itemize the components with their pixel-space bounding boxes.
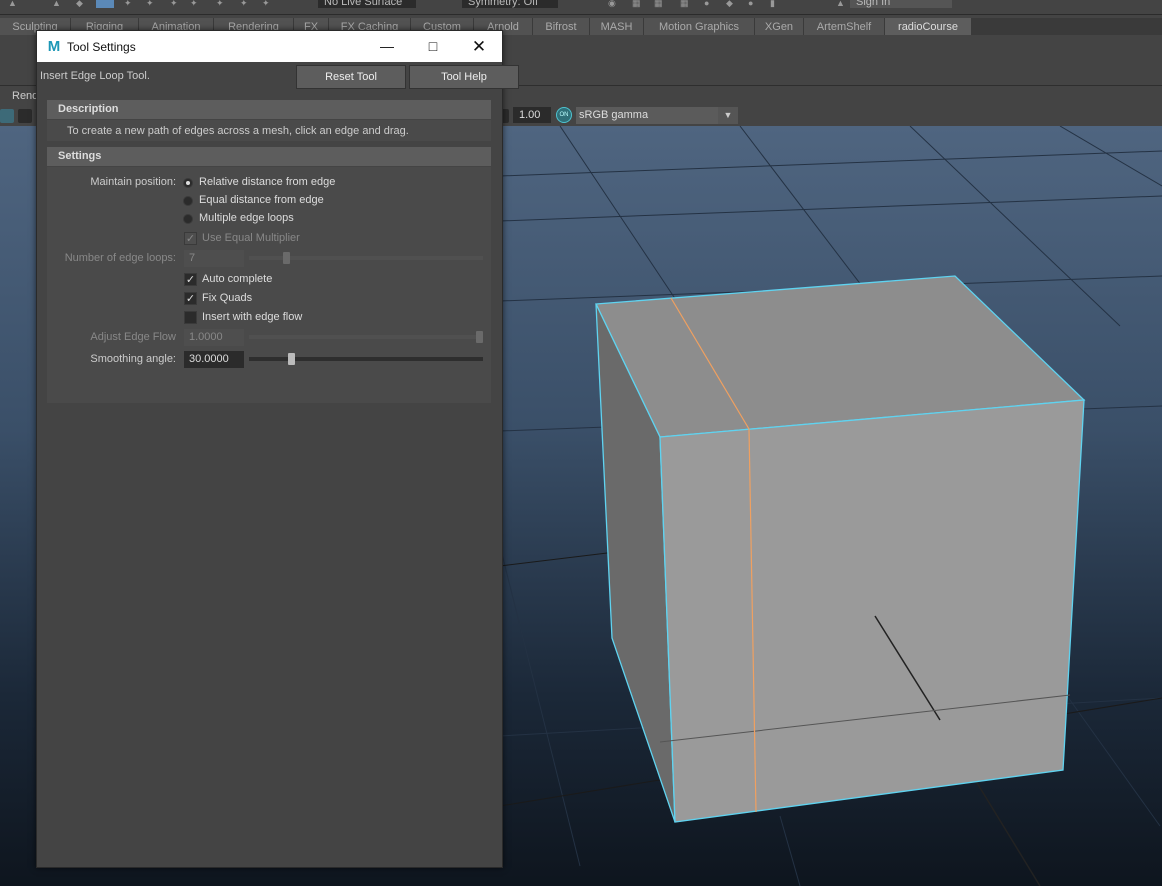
arnold-icon[interactable]: ● <box>748 0 760 8</box>
use-equal-multiplier-checkbox: ✓ <box>184 232 197 245</box>
auto-complete-checkbox[interactable]: ✓ <box>184 273 197 286</box>
render-icon[interactable]: ◉ <box>608 0 620 8</box>
panel-menu-renderer[interactable]: Rend <box>12 90 38 102</box>
status-line: ▲ ▲ ◆ ✦ ✦ ✦ ✦ ✦ ✦ ✦ No Live Surface Symm… <box>0 0 1162 15</box>
insert-with-edge-flow-label[interactable]: Insert with edge flow <box>202 311 302 323</box>
sign-in-field[interactable]: Sign In <box>850 0 952 8</box>
settings-frame-header[interactable]: Settings <box>47 147 491 166</box>
wireframe-toggle-icon[interactable] <box>0 109 14 123</box>
shelf-tab-radiocourse[interactable]: radioCourse <box>885 18 972 35</box>
tool-settings-body: Insert Edge Loop Tool. Reset Tool Tool H… <box>37 62 519 867</box>
adjust-edge-flow-field: 1.0000 <box>184 329 244 346</box>
smoothing-angle-label: Smoothing angle: <box>90 353 176 365</box>
smoothing-angle-slider[interactable] <box>249 357 483 361</box>
exposure-field[interactable]: 1.00 <box>513 107 551 123</box>
fix-quads-checkbox[interactable]: ✓ <box>184 292 197 305</box>
paint-select-icon[interactable] <box>96 0 114 8</box>
adjust-edge-flow-slider <box>249 335 483 339</box>
radio-relative-distance-label[interactable]: Relative distance from edge <box>199 176 335 188</box>
radio-multiple-edge-loops-label[interactable]: Multiple edge loops <box>199 212 294 224</box>
number-of-edge-loops-field: 7 <box>184 250 244 267</box>
live-surface-field[interactable]: No Live Surface <box>318 0 416 8</box>
render-settings-icon[interactable]: ▦ <box>680 0 692 8</box>
auto-complete-label[interactable]: Auto complete <box>202 273 272 285</box>
radio-equal-distance[interactable] <box>183 196 193 206</box>
insert-with-edge-flow-checkbox[interactable] <box>184 311 197 324</box>
gamma-toggle-icon[interactable]: ON <box>556 107 572 123</box>
use-equal-multiplier-label: Use Equal Multiplier <box>202 232 300 244</box>
move-tool-icon[interactable]: ▲ <box>52 0 64 8</box>
snap-grid-icon[interactable]: ✦ <box>124 0 136 8</box>
hypershade-icon[interactable]: ● <box>704 0 716 8</box>
tool-help-button[interactable]: Tool Help <box>409 65 519 89</box>
ipr-icon[interactable]: ▦ <box>654 0 666 8</box>
snap-vertex-icon[interactable]: ✦ <box>240 0 252 8</box>
adjust-edge-flow-label: Adjust Edge Flow <box>90 331 176 343</box>
snap-view-icon[interactable]: ✦ <box>190 0 202 8</box>
close-icon[interactable]: ✕ <box>456 31 502 62</box>
snap-curve-icon[interactable]: ✦ <box>146 0 158 8</box>
tool-settings-window: M Tool Settings — □ ✕ Insert Edge Loop T… <box>36 30 519 868</box>
maximize-icon[interactable]: □ <box>410 31 456 62</box>
select-tool-icon[interactable]: ▲ <box>8 0 20 8</box>
render-view-icon[interactable]: ◆ <box>726 0 738 8</box>
number-of-edge-loops-slider-handle <box>283 252 291 264</box>
shelf-tab-xgen[interactable]: XGen <box>755 18 804 35</box>
window-title: Tool Settings <box>67 40 136 54</box>
user-icon[interactable]: ▲ <box>836 0 848 8</box>
smoothing-angle-slider-handle[interactable] <box>287 353 295 365</box>
smooth-shade-icon[interactable] <box>18 109 32 123</box>
title-bar[interactable]: M Tool Settings — □ ✕ <box>37 31 502 62</box>
reset-tool-button[interactable]: Reset Tool <box>296 65 406 89</box>
cube-mesh[interactable] <box>595 275 1086 823</box>
description-frame-header[interactable]: Description <box>47 100 491 119</box>
fix-quads-label[interactable]: Fix Quads <box>202 292 252 304</box>
lasso-icon[interactable]: ◆ <box>76 0 88 8</box>
chevron-down-icon: ▼ <box>718 107 738 124</box>
snap-point-icon[interactable]: ✦ <box>170 0 182 8</box>
number-of-edge-loops-label: Number of edge loops: <box>64 252 176 264</box>
symmetry-field[interactable]: Symmetry: Off <box>462 0 558 8</box>
shelf-tab-bifrost[interactable]: Bifrost <box>533 18 590 35</box>
maintain-position-label: Maintain position: <box>90 176 176 188</box>
radio-equal-distance-label[interactable]: Equal distance from edge <box>199 194 324 206</box>
render-region-icon[interactable]: ▦ <box>632 0 644 8</box>
radio-relative-distance[interactable] <box>183 178 193 188</box>
shelf-tab-artemshelf[interactable]: ArtemShelf <box>804 18 885 35</box>
color-space-value: sRGB gamma <box>579 109 649 121</box>
snap-surface-icon[interactable]: ✦ <box>216 0 228 8</box>
smoothing-angle-field[interactable]: 30.0000 <box>184 351 244 368</box>
description-text: To create a new path of edges across a m… <box>67 125 409 137</box>
shelf-tab-motion-graphics[interactable]: Motion Graphics <box>644 18 755 35</box>
light-editor-icon[interactable]: ▮ <box>770 0 782 8</box>
color-space-select[interactable]: sRGB gamma ▼ <box>576 107 738 124</box>
minimize-icon[interactable]: — <box>364 31 410 62</box>
shelf-tab-mash[interactable]: MASH <box>590 18 644 35</box>
adjust-edge-flow-slider-handle <box>476 331 483 343</box>
cube-front-face[interactable] <box>659 399 1085 823</box>
tool-name-label: Insert Edge Loop Tool. <box>40 70 150 82</box>
maya-app-icon: M <box>47 38 61 55</box>
snap-face-icon[interactable]: ✦ <box>262 0 274 8</box>
radio-multiple-edge-loops[interactable] <box>183 214 193 224</box>
